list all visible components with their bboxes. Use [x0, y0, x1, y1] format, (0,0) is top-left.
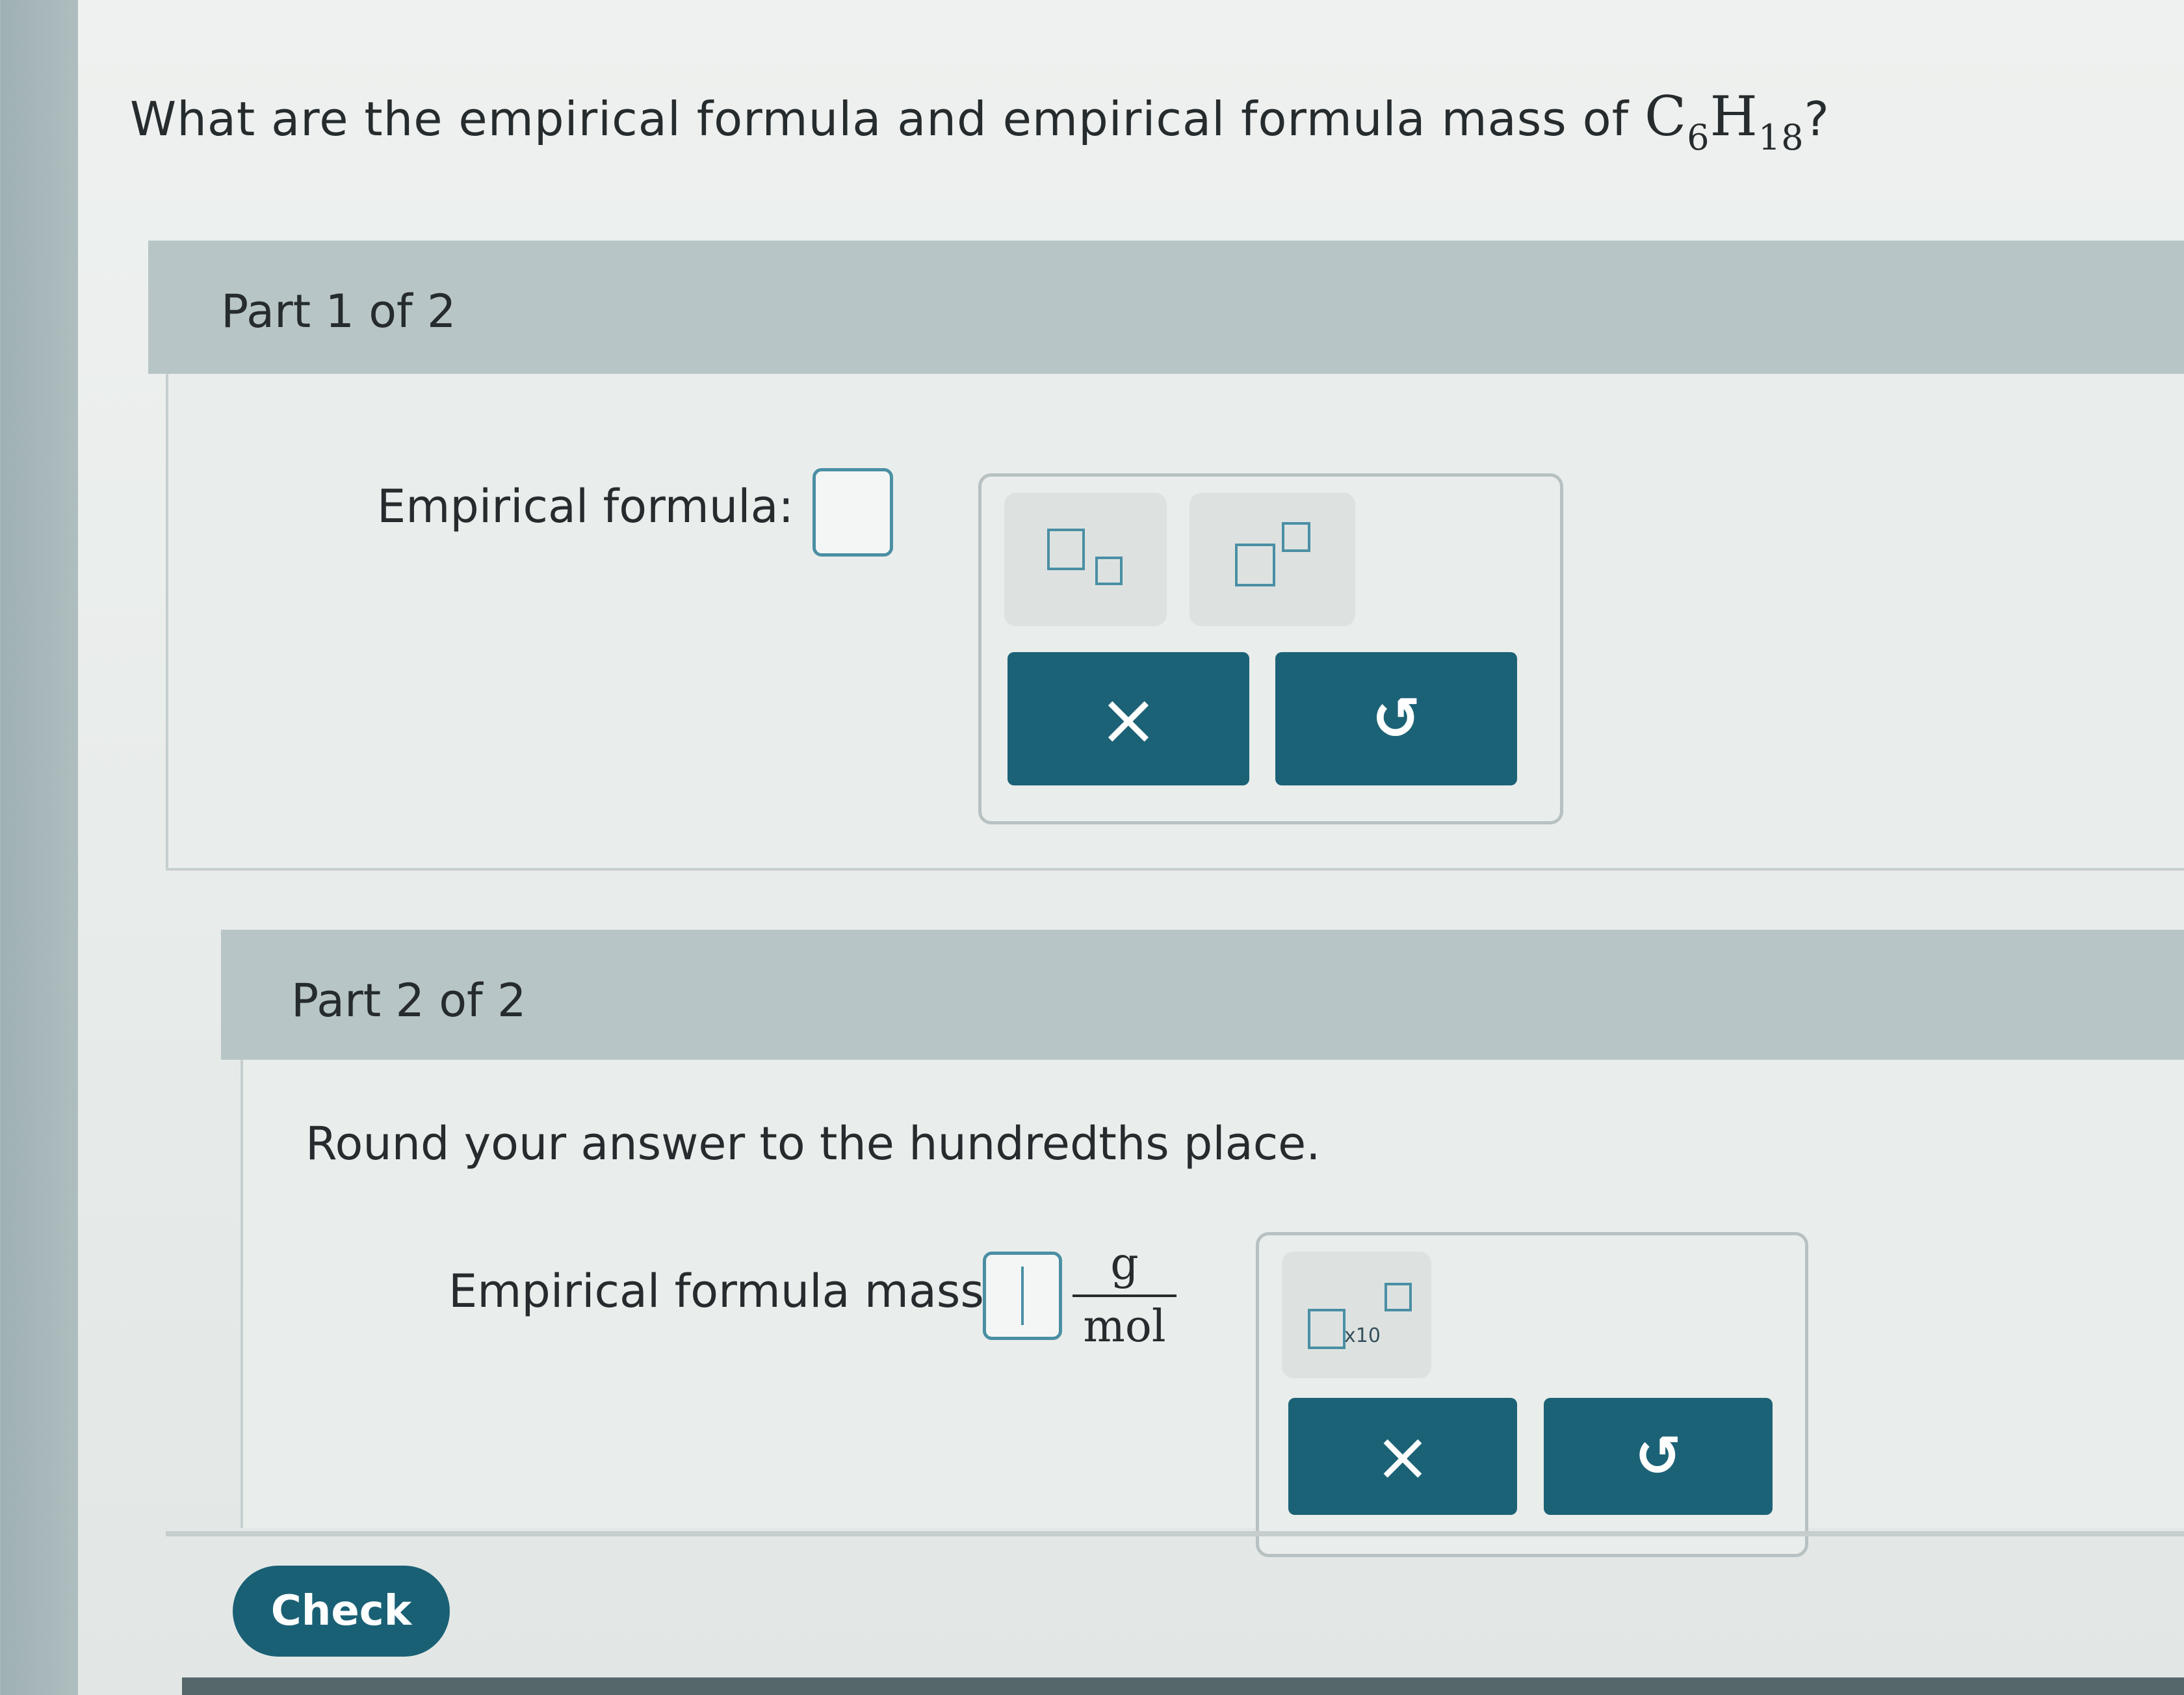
undo-icon: ↺: [1372, 684, 1421, 753]
quiz-page: What are the empirical formula and empir…: [0, 0, 2184, 1695]
superscript-tool-button[interactable]: [1190, 493, 1355, 626]
rounding-instruction: Round your answer to the hundredths plac…: [306, 1117, 1321, 1170]
bottom-bar: [182, 1677, 2184, 1695]
empirical-formula-input[interactable]: [812, 468, 893, 557]
scientific-notation-tool-button[interactable]: x10: [1282, 1252, 1431, 1378]
empirical-formula-label: Empirical formula:: [377, 480, 794, 533]
x10-label: x10: [1344, 1324, 1381, 1347]
clear-x-icon: ×: [1098, 677, 1159, 761]
text-cursor: [1021, 1267, 1024, 1325]
unit-numerator: g: [1110, 1239, 1139, 1290]
formula-element-h: H: [1710, 85, 1758, 148]
footer-divider: [166, 1531, 2184, 1536]
undo-icon: ↺: [1634, 1424, 1682, 1489]
part1-title: Part 1 of 2: [221, 285, 456, 338]
part2-clear-button[interactable]: ×: [1288, 1398, 1517, 1515]
subscript-tool-button[interactable]: [1004, 493, 1167, 626]
formula-subscript-c: 6: [1687, 117, 1710, 158]
fraction-bar: [1072, 1294, 1176, 1297]
check-button[interactable]: Check: [233, 1566, 450, 1657]
part2-math-palette: x10 × ↺: [1256, 1232, 1808, 1557]
formula-element-c: C: [1644, 85, 1687, 148]
unit-denominator: mol: [1083, 1301, 1166, 1352]
part1-math-palette: × ↺: [978, 473, 1563, 824]
clear-x-icon: ×: [1374, 1417, 1431, 1496]
formula-subscript-h: 18: [1758, 117, 1804, 158]
empirical-formula-mass-label: Empirical formula mass:: [448, 1265, 1000, 1318]
part1-undo-button[interactable]: ↺: [1275, 652, 1517, 785]
empirical-formula-mass-input[interactable]: [983, 1252, 1062, 1340]
question-prefix: What are the empirical formula and empir…: [130, 92, 1644, 146]
part2-title: Part 2 of 2: [291, 974, 526, 1027]
part1-clear-button[interactable]: ×: [1008, 652, 1249, 785]
chemical-formula: C6H18: [1644, 85, 1804, 158]
question-suffix: ?: [1804, 92, 1830, 146]
units-fraction: g mol: [1072, 1239, 1176, 1353]
part2-undo-button[interactable]: ↺: [1544, 1398, 1773, 1515]
question-text: What are the empirical formula and empir…: [130, 85, 1830, 158]
